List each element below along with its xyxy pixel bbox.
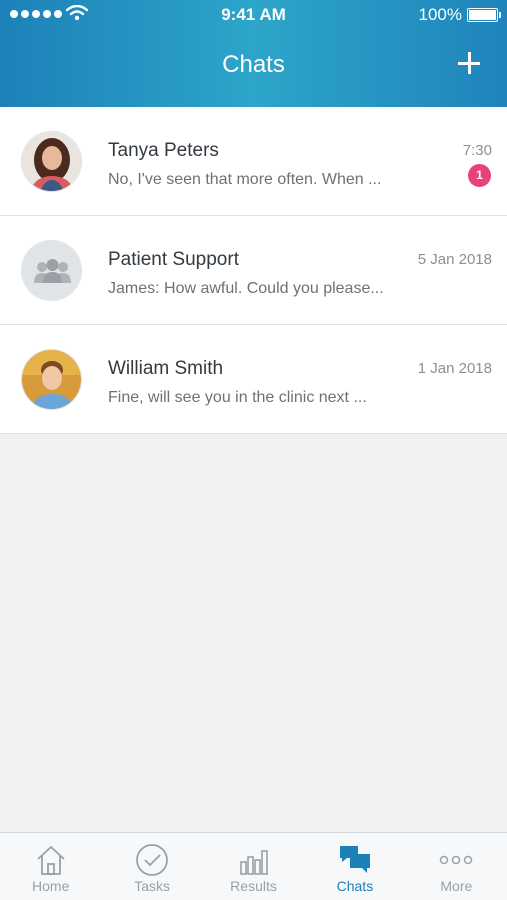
more-dots-icon <box>440 855 473 865</box>
tab-label: Tasks <box>134 878 170 894</box>
status-bar: 9:41 AM 100% <box>0 0 507 30</box>
battery-icon <box>467 8 501 22</box>
home-icon <box>37 846 65 875</box>
chat-name: Patient Support <box>108 249 239 270</box>
chat-name: William Smith <box>108 358 224 379</box>
group-icon <box>21 240 82 301</box>
chat-row-patient-support[interactable]: Patient Support James: How awful. Could … <box>0 216 507 325</box>
tab-label: Results <box>230 878 277 894</box>
page-title: Chats <box>222 51 285 78</box>
chat-bubbles-icon <box>339 846 370 873</box>
chat-date: 1 Jan 2018 <box>417 360 492 377</box>
check-circle-icon <box>136 844 169 876</box>
chat-date: 5 Jan 2018 <box>417 251 492 268</box>
tab-more[interactable]: More <box>406 833 507 900</box>
tab-results[interactable]: Results <box>203 833 304 900</box>
chat-row-william-smith[interactable]: William Smith Fine, will see you in the … <box>0 325 507 434</box>
bar-chart-icon <box>239 850 268 875</box>
chat-preview: Fine, will see you in the clinic next ..… <box>108 389 367 406</box>
app-header: 9:41 AM 100% Chats <box>0 0 507 107</box>
unread-badge: 1 <box>468 164 491 187</box>
chat-date: 7:30 <box>462 142 492 159</box>
tab-label: Home <box>32 878 70 894</box>
tab-home[interactable]: Home <box>0 833 101 900</box>
tab-label: Chats <box>336 878 374 894</box>
new-chat-button[interactable] <box>454 48 484 78</box>
avatar-tanya-peters <box>21 131 82 192</box>
chat-name: Tanya Peters <box>108 140 219 161</box>
tab-bar: Home Tasks Results Chats More <box>0 832 507 900</box>
tab-label: More <box>440 878 473 894</box>
chat-preview: James: How awful. Could you please... <box>108 280 384 297</box>
tab-chats[interactable]: Chats <box>304 833 405 900</box>
battery-percent: 100% <box>418 5 462 24</box>
tab-tasks[interactable]: Tasks <box>101 833 202 900</box>
avatar-william-smith <box>21 349 82 410</box>
chat-preview: No, I've seen that more often. When ... <box>108 171 382 188</box>
chat-row-tanya-peters[interactable]: Tanya Peters No, I've seen that more oft… <box>0 107 507 216</box>
chat-list: Tanya Peters No, I've seen that more oft… <box>0 107 507 434</box>
